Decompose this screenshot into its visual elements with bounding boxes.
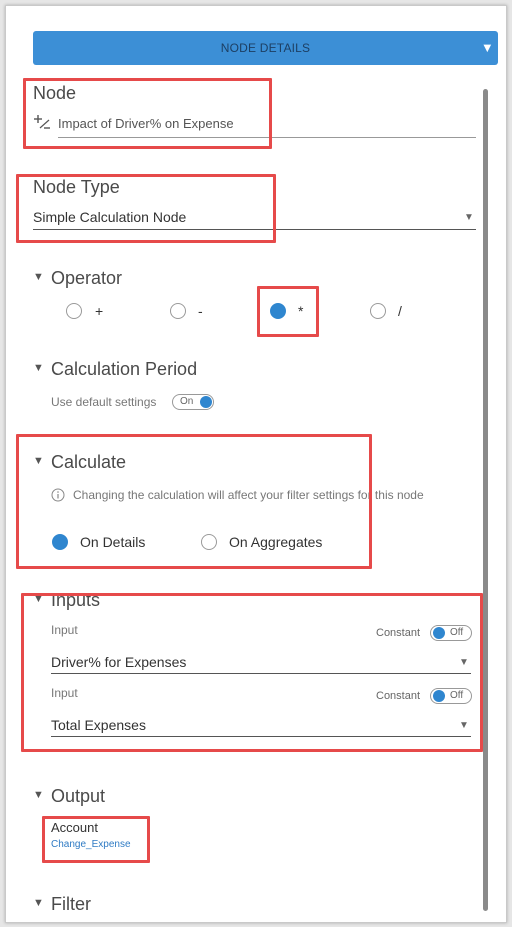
operator-plus-radio[interactable] xyxy=(66,303,82,319)
output-label: Output xyxy=(51,786,106,806)
highlight-calculate xyxy=(16,434,372,569)
operator-divide-radio[interactable] xyxy=(370,303,386,319)
highlight-inputs xyxy=(21,593,483,752)
operator-collapse-icon[interactable]: ▼ xyxy=(33,271,44,283)
output-collapse-icon[interactable]: ▼ xyxy=(33,789,44,801)
use-default-label: Use default settings xyxy=(51,395,157,409)
scrollbar[interactable] xyxy=(483,89,488,911)
node-details-panel: NODE DETAILS ▼ Node Impact of Driver% on… xyxy=(5,5,507,923)
operator-label: Operator xyxy=(51,268,123,288)
node-type-dropdown-icon[interactable]: ▼ xyxy=(464,212,474,223)
use-default-toggle-text: On xyxy=(180,396,194,407)
operator-plus-label: + xyxy=(95,303,104,319)
operator-divide-label: / xyxy=(398,303,402,319)
filter-collapse-icon[interactable]: ▼ xyxy=(33,897,44,909)
calc-period-label: Calculation Period xyxy=(51,359,198,379)
operator-minus-radio[interactable] xyxy=(170,303,186,319)
calc-period-collapse-icon[interactable]: ▼ xyxy=(33,362,44,374)
highlight-node-type xyxy=(16,174,276,243)
node-details-header[interactable]: NODE DETAILS ▼ xyxy=(33,31,498,65)
header-title: NODE DETAILS xyxy=(220,41,311,55)
toggle-knob xyxy=(200,396,212,408)
use-default-toggle[interactable]: On xyxy=(172,394,214,410)
highlight-operator xyxy=(257,286,319,337)
operator-minus-label: - xyxy=(198,303,203,319)
highlight-node xyxy=(23,78,272,149)
filter-label: Filter xyxy=(51,894,91,914)
caret-down-icon[interactable]: ▼ xyxy=(481,40,494,55)
highlight-output xyxy=(42,816,150,863)
